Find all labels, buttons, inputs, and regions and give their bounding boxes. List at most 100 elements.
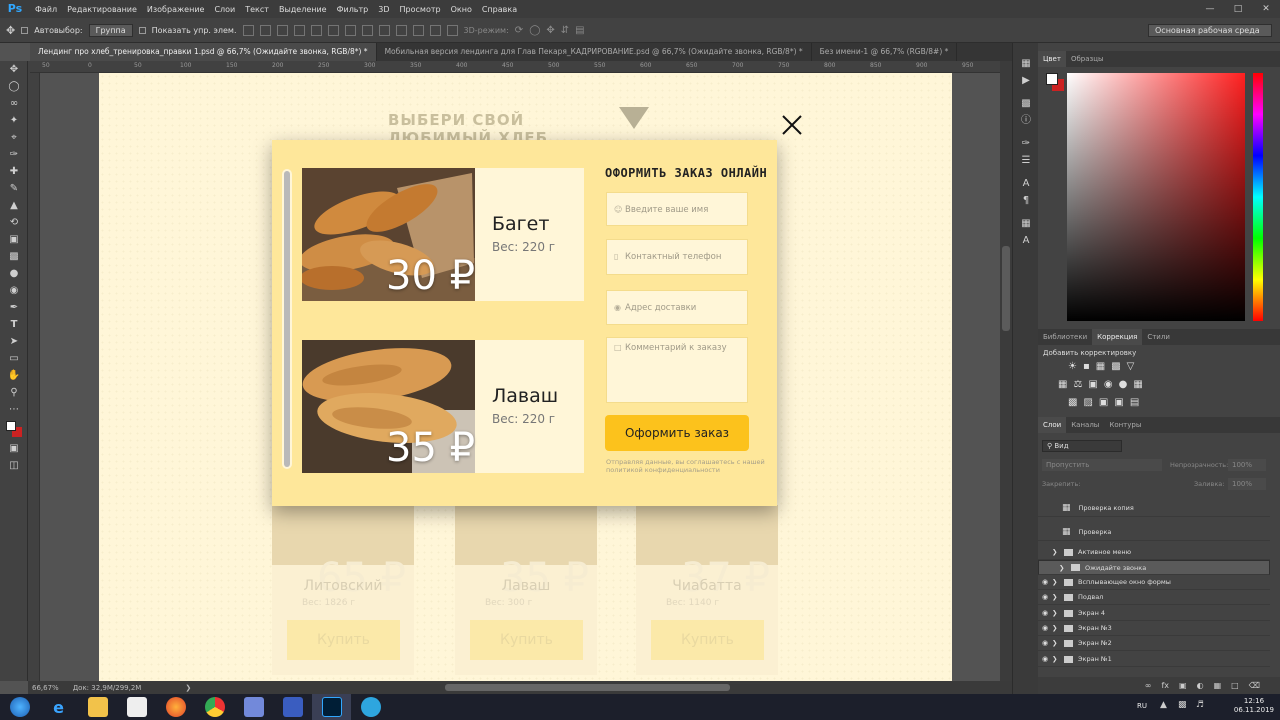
dodge-tool-icon[interactable]: ◉ [0, 282, 28, 299]
buy-button[interactable]: Купить [287, 620, 400, 660]
close-icon[interactable] [781, 114, 803, 136]
layer-row[interactable]: ▦ Проверка [1038, 523, 1270, 541]
menu-text[interactable]: Текст [240, 5, 274, 14]
threshold-icon[interactable]: ▣ [1099, 397, 1108, 408]
new-adjustment-icon[interactable]: ◐ [1197, 681, 1204, 690]
menu-select[interactable]: Выделение [274, 5, 332, 14]
menu-file[interactable]: Файл [30, 5, 62, 14]
curves-icon[interactable]: ▦ [1096, 361, 1105, 372]
play-action-icon[interactable]: ▶ [1013, 72, 1039, 89]
document-canvas[interactable]: ВЫБЕРИ СВОЙ ЛЮБИМЫЙ ХЛЕБ 65 ₽ Литовский … [99, 73, 952, 683]
layer-row[interactable]: ◉ ❯ Подвал [1038, 590, 1270, 605]
hue-slider[interactable] [1253, 73, 1263, 321]
color-lookup-icon[interactable]: ▦ [1133, 379, 1142, 390]
new-group-icon[interactable]: ▦ [1214, 681, 1222, 690]
expand-arrow-icon[interactable]: ❯ [1052, 548, 1060, 556]
3d-roll-icon[interactable]: ◯ [529, 25, 540, 36]
photo-filter-icon[interactable]: ◉ [1104, 379, 1113, 390]
layer-row[interactable]: ▦ Проверка копия [1038, 499, 1270, 517]
foreground-color-swatch[interactable] [1046, 73, 1058, 85]
color-swatches-icon[interactable] [0, 418, 28, 440]
blend-mode-select[interactable]: Пропустить [1042, 459, 1162, 471]
gradient-map-icon[interactable]: ▤ [1130, 397, 1139, 408]
scroll-thumb[interactable] [1002, 246, 1010, 331]
properties-icon[interactable]: ▩ [1013, 95, 1039, 112]
align-middle-icon[interactable] [259, 24, 271, 36]
eye-icon[interactable]: ◉ [1038, 609, 1052, 617]
autoselect-mode-select[interactable]: Группа [88, 23, 133, 37]
layer-row[interactable]: ◉ ❯ Экран 4 [1038, 606, 1270, 621]
pen-tool-icon[interactable]: ✒ [0, 299, 28, 316]
info-icon[interactable]: ⓘ [1013, 112, 1039, 129]
hue-sat-icon[interactable]: ▦ [1058, 379, 1067, 390]
color-balance-icon[interactable]: ⚖ [1073, 379, 1082, 390]
expand-arrow-icon[interactable]: ❯ [1052, 578, 1060, 586]
canvas-horizontal-scrollbar[interactable] [445, 684, 730, 691]
language-indicator[interactable]: RU [1137, 702, 1147, 710]
layer-row[interactable]: ❯ Активное меню [1038, 545, 1270, 560]
brushes-icon[interactable]: ☰ [1013, 152, 1039, 169]
more-tools-icon[interactable]: ⋯ [0, 401, 28, 418]
layer-row[interactable]: ◉ ❯ Экран №2 [1038, 636, 1270, 651]
media-player-icon[interactable] [117, 694, 156, 720]
minimize-icon[interactable]: — [1196, 0, 1224, 18]
fill-input[interactable]: 100% [1228, 478, 1266, 490]
move-tool-icon[interactable]: ✥ [6, 24, 15, 37]
eye-icon[interactable]: ◉ [1038, 639, 1052, 647]
align-top-icon[interactable] [242, 24, 254, 36]
submit-order-button[interactable]: Оформить заказ [605, 415, 749, 451]
telegram-icon[interactable] [351, 694, 390, 720]
workspace-select[interactable]: Основная рабочая среда [1148, 23, 1272, 37]
menu-edit[interactable]: Редактирование [62, 5, 142, 14]
brush-tool-icon[interactable]: ✎ [0, 180, 28, 197]
quick-select-tool-icon[interactable]: ✦ [0, 112, 28, 129]
start-button[interactable] [0, 694, 39, 720]
photoshop-taskbar-icon[interactable] [312, 694, 351, 720]
layer-row[interactable]: ◉ ❯ Экран №1 [1038, 652, 1270, 667]
save-app-icon[interactable] [273, 694, 312, 720]
comment-field[interactable]: □ Комментарий к заказу [606, 337, 748, 403]
healing-tool-icon[interactable]: ✚ [0, 163, 28, 180]
channel-mixer-icon[interactable]: ● [1119, 379, 1128, 390]
tab-paths[interactable]: Контуры [1104, 417, 1146, 433]
align-left-icon[interactable] [293, 24, 305, 36]
address-field[interactable]: ◉ Адрес доставки [606, 290, 748, 325]
distribute-top-icon[interactable] [344, 24, 356, 36]
auto-align-icon[interactable] [446, 24, 458, 36]
gradient-tool-icon[interactable]: ▩ [0, 248, 28, 265]
tab-color[interactable]: Цвет [1038, 51, 1066, 67]
distribute-bottom-icon[interactable] [378, 24, 390, 36]
menu-view[interactable]: Просмотр [395, 5, 446, 14]
distribute-middle-icon[interactable] [361, 24, 373, 36]
link-layers-icon[interactable]: ∞ [1145, 681, 1152, 690]
menu-help[interactable]: Справка [477, 5, 522, 14]
distribute-right-icon[interactable] [429, 24, 441, 36]
eye-icon[interactable]: ◉ [1038, 655, 1052, 663]
tab-document-2[interactable]: Мобильная версия лендинга для Глав Пекар… [377, 43, 812, 61]
zoom-tool-icon[interactable]: ⚲ [0, 384, 28, 401]
show-controls-checkbox[interactable] [138, 26, 146, 34]
menu-layers[interactable]: Слои [209, 5, 240, 14]
posterize-icon[interactable]: ▨ [1083, 397, 1092, 408]
volume-icon[interactable]: ♬ [1196, 700, 1204, 710]
blur-tool-icon[interactable]: ● [0, 265, 28, 282]
tab-document-3[interactable]: Без имени-1 @ 66,7% (RGB/8#) * [812, 43, 958, 61]
expand-arrow-icon[interactable]: ❯ [1052, 639, 1060, 647]
name-field[interactable]: ☺ Введите ваше имя [606, 192, 748, 226]
history-brush-icon[interactable]: ⟲ [0, 214, 28, 231]
layer-row[interactable]: ◉ ❯ Экран №3 [1038, 621, 1270, 636]
shape-tool-icon[interactable]: ▭ [0, 350, 28, 367]
status-arrow-icon[interactable]: ❯ [185, 684, 191, 692]
buy-button[interactable]: Купить [470, 620, 583, 660]
delete-layer-icon[interactable]: ⌫ [1249, 681, 1260, 690]
distribute-left-icon[interactable] [395, 24, 407, 36]
chrome-icon[interactable] [195, 694, 234, 720]
invert-icon[interactable]: ▩ [1068, 397, 1077, 408]
align-right-icon[interactable] [327, 24, 339, 36]
char-styles-icon[interactable]: A [1013, 232, 1039, 249]
expand-arrow-icon[interactable]: ❯ [1052, 655, 1060, 663]
canvas-vertical-scrollbar[interactable] [1000, 61, 1012, 681]
path-select-tool-icon[interactable]: ➤ [0, 333, 28, 350]
type-tool-icon[interactable]: T [0, 316, 28, 333]
layer-row-selected[interactable]: ❯ Ожидайте звонка [1038, 560, 1270, 575]
